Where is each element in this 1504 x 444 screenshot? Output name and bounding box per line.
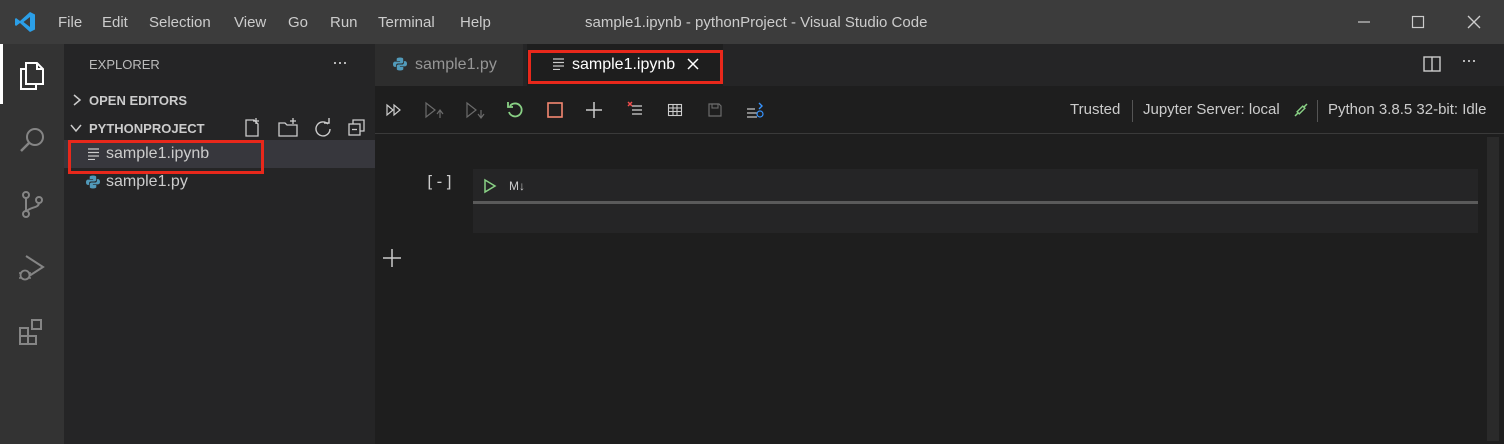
editor-tab-bar: sample1.py sample1.ipynb ···	[375, 44, 1504, 86]
add-cell-button[interactable]	[582, 98, 606, 122]
menu-view[interactable]: View	[234, 14, 266, 31]
separator	[1317, 100, 1318, 122]
split-editor-icon	[1423, 56, 1441, 72]
new-folder-button[interactable]	[277, 118, 299, 142]
more-editor-actions-button[interactable]: ···	[1461, 50, 1477, 71]
maximize-button[interactable]	[1388, 0, 1448, 44]
menu-go[interactable]: Go	[288, 14, 308, 31]
run-below-icon	[466, 101, 485, 119]
vertical-scrollbar[interactable]	[1487, 137, 1499, 441]
title-bar: File Edit Selection View Go Run Terminal…	[0, 0, 1504, 44]
save-button[interactable]	[703, 98, 727, 122]
extensions-button[interactable]	[0, 300, 64, 364]
add-cell-plus-icon[interactable]	[382, 248, 402, 268]
variable-explorer-button[interactable]	[663, 98, 687, 122]
connected-plug-icon	[1294, 103, 1308, 117]
run-all-button[interactable]	[383, 98, 407, 122]
new-file-button[interactable]	[242, 118, 262, 142]
run-below-button[interactable]	[463, 98, 487, 122]
source-control-button[interactable]	[0, 172, 64, 236]
plus-icon	[586, 102, 602, 118]
restart-kernel-button[interactable]	[503, 98, 527, 122]
minimize-icon	[1358, 21, 1370, 23]
separator	[1132, 100, 1133, 122]
cell-type-label[interactable]: M↓	[509, 179, 525, 193]
project-label: PYTHONPROJECT	[89, 121, 205, 136]
files-icon	[20, 62, 44, 90]
chevron-down-icon	[70, 124, 82, 133]
search-icon	[20, 128, 44, 152]
menu-edit[interactable]: Edit	[102, 14, 128, 31]
clear-outputs-icon	[627, 101, 642, 115]
run-above-icon	[425, 101, 444, 119]
stop-icon	[547, 102, 563, 118]
split-editor-button[interactable]	[1422, 54, 1442, 78]
open-editors-label: OPEN EDITORS	[89, 93, 188, 108]
highlight-box	[68, 140, 264, 174]
more-actions-button[interactable]: ···	[332, 52, 348, 73]
run-cell-icon[interactable]	[482, 178, 498, 194]
menu-run[interactable]: Run	[330, 14, 358, 31]
run-debug-button[interactable]	[0, 236, 64, 300]
explorer-sidebar: EXPLORER ··· OPEN EDITORS PYTHONPROJECT	[64, 44, 375, 444]
close-window-button[interactable]	[1444, 0, 1504, 44]
tab-label: sample1.py	[415, 56, 497, 73]
notebook-editor: [-] M↓	[375, 135, 1504, 444]
jupyter-server-status[interactable]: Jupyter Server: local	[1143, 101, 1280, 118]
refresh-explorer-button[interactable]	[313, 118, 333, 142]
minimize-button[interactable]	[1334, 0, 1394, 44]
run-all-icon	[386, 103, 401, 117]
clear-outputs-button[interactable]	[623, 98, 647, 122]
explorer-header: EXPLORER	[89, 57, 160, 72]
menu-terminal[interactable]: Terminal	[378, 14, 435, 31]
file-name: sample1.py	[106, 173, 188, 190]
table-icon	[667, 103, 683, 117]
activity-bar	[0, 44, 64, 444]
source-control-icon	[22, 191, 43, 218]
menu-help[interactable]: Help	[460, 14, 491, 31]
highlight-box	[528, 50, 723, 84]
export-button[interactable]	[743, 98, 767, 122]
refresh-icon	[315, 118, 331, 137]
menu-selection[interactable]: Selection	[149, 14, 211, 31]
open-editors-section[interactable]: OPEN EDITORS	[64, 88, 375, 112]
explorer-button[interactable]	[0, 44, 64, 108]
vscode-logo-icon	[14, 11, 36, 33]
execution-count: [-]	[425, 172, 454, 191]
notebook-toolbar: Trusted Jupyter Server: local Python 3.8…	[375, 86, 1504, 134]
interrupt-kernel-button[interactable]	[543, 98, 567, 122]
kernel-status[interactable]: Python 3.8.5 32-bit: Idle	[1328, 101, 1486, 118]
collapse-folders-button[interactable]	[347, 118, 367, 142]
chevron-right-icon	[73, 94, 82, 106]
python-icon	[86, 175, 100, 189]
new-folder-icon	[278, 118, 298, 137]
save-icon	[708, 103, 722, 117]
collapse-all-icon	[348, 119, 365, 136]
maximize-icon	[1411, 15, 1425, 29]
close-icon	[1467, 15, 1481, 29]
run-above-button[interactable]	[422, 98, 446, 122]
new-file-icon	[245, 118, 259, 137]
markdown-cell[interactable]: M↓	[473, 169, 1478, 233]
cell-editor-divider	[473, 201, 1478, 204]
run-debug-icon	[19, 255, 45, 281]
extensions-icon	[19, 319, 42, 345]
export-icon	[747, 102, 764, 118]
search-button[interactable]	[0, 108, 64, 172]
window-title: sample1.ipynb - pythonProject - Visual S…	[585, 14, 928, 31]
menu-file[interactable]: File	[58, 14, 82, 31]
tab-sample1-py[interactable]: sample1.py	[375, 44, 523, 86]
trusted-status[interactable]: Trusted	[1070, 101, 1120, 118]
restart-icon	[507, 102, 523, 118]
python-icon	[393, 57, 407, 71]
